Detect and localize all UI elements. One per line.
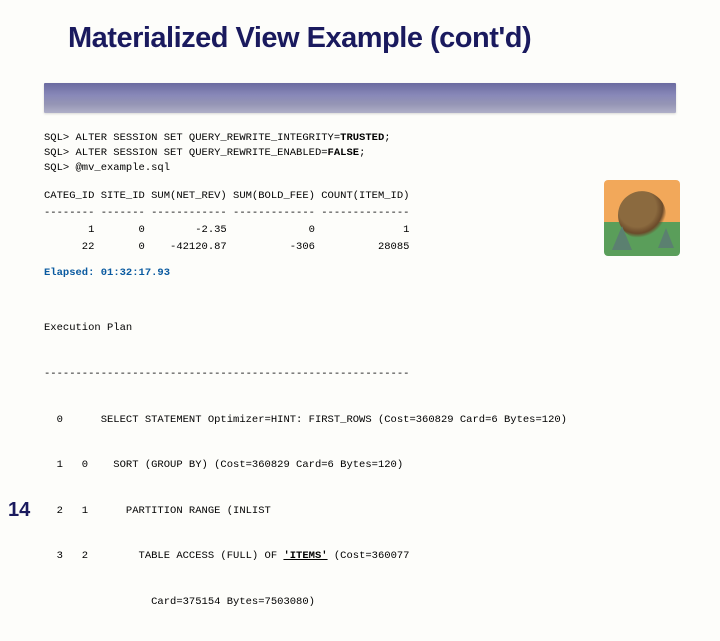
plan-text: 3 2 TABLE ACCESS (FULL) OF — [44, 550, 283, 562]
sql-keyword-false: FALSE — [328, 147, 360, 159]
slide-title: Materialized View Example (cont'd) — [0, 0, 720, 55]
sql-text: ; — [384, 132, 390, 144]
sql-text: ; — [359, 147, 365, 159]
plan-line: Card=375154 Bytes=7503080) — [44, 595, 676, 610]
slide-body: SQL> ALTER SESSION SET QUERY_REWRITE_INT… — [0, 113, 720, 641]
page-number: 14 — [8, 499, 30, 522]
plan-separator: ----------------------------------------… — [44, 367, 676, 382]
result-row: 22 0 -42120.87 -306 28085 — [44, 240, 676, 255]
result-header: CATEG_ID SITE_ID SUM(NET_REV) SUM(BOLD_F… — [44, 189, 676, 204]
sql-line-2: SQL> ALTER SESSION SET QUERY_REWRITE_ENA… — [44, 146, 676, 161]
plan-line: 1 0 SORT (GROUP BY) (Cost=360829 Card=6 … — [44, 458, 676, 473]
result-separator: -------- ------- ------------ ----------… — [44, 206, 676, 221]
sql-text: SQL> ALTER SESSION SET QUERY_REWRITE_ENA… — [44, 147, 328, 159]
sql-line-3: SQL> @mv_example.sql — [44, 161, 676, 176]
plan-line: 0 SELECT STATEMENT Optimizer=HINT: FIRST… — [44, 413, 676, 428]
result-row: 1 0 -2.35 0 1 — [44, 223, 676, 238]
plan-line: 3 2 TABLE ACCESS (FULL) OF 'ITEMS' (Cost… — [44, 549, 676, 564]
sql-keyword-trusted: TRUSTED — [340, 132, 384, 144]
plan-text: (Cost=360077 — [328, 550, 410, 562]
sql-text: SQL> ALTER SESSION SET QUERY_REWRITE_INT… — [44, 132, 340, 144]
title-divider — [44, 83, 676, 113]
elapsed-time: Elapsed: 01:32:17.93 — [44, 266, 676, 281]
plan-table-name: 'ITEMS' — [283, 550, 327, 562]
elapsed-label: Elapsed: — [44, 267, 101, 279]
execution-plan: Execution Plan -------------------------… — [44, 291, 676, 641]
plan-heading: Execution Plan — [44, 321, 676, 336]
plan-line: 2 1 PARTITION RANGE (INLIST — [44, 504, 676, 519]
sql-line-1: SQL> ALTER SESSION SET QUERY_REWRITE_INT… — [44, 131, 676, 146]
elapsed-value: 01:32:17.93 — [101, 267, 170, 279]
